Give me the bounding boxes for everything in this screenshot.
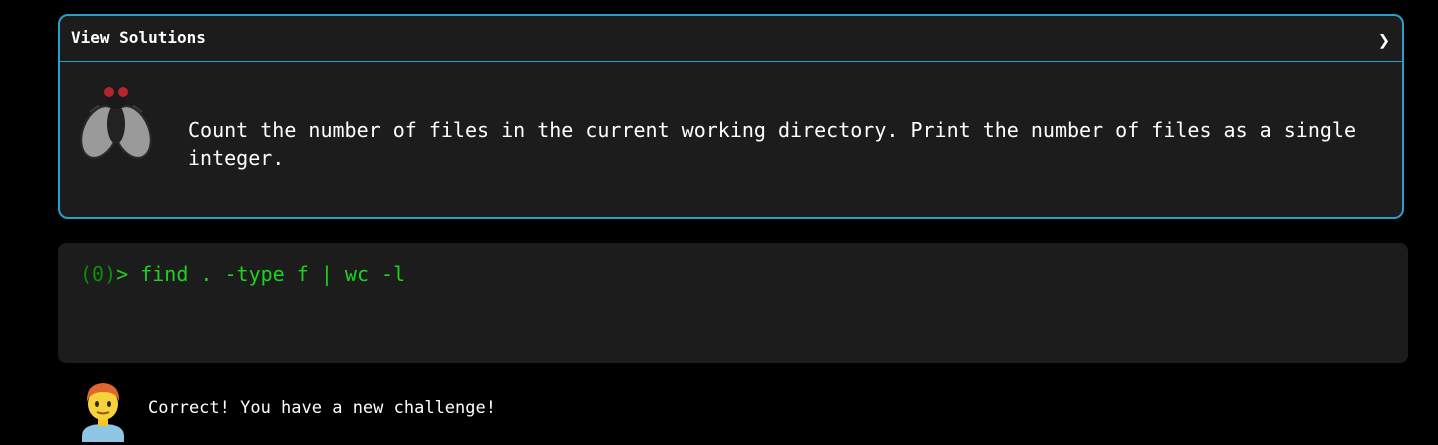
prompt-counter: (0) (80, 262, 117, 286)
challenge-card: View Solutions ❯ Count the number of fil… (58, 14, 1404, 219)
feedback-message: Correct! You have a new challenge! (148, 398, 496, 418)
challenge-prompt: Count the number of files in the current… (188, 118, 1356, 170)
man-avatar-icon (82, 383, 124, 442)
challenge-body: Count the number of files in the current… (60, 62, 1402, 220)
prompt-symbol: > (116, 262, 129, 286)
fly-icon (80, 87, 152, 159)
terminal[interactable]: (0)> find . -type f | wc -l (58, 243, 1408, 363)
view-solutions-toggle[interactable]: View Solutions ❯ (60, 16, 1402, 62)
terminal-line: (0)> find . -type f | wc -l (80, 260, 405, 288)
chevron-right-icon[interactable]: ❯ (1378, 28, 1390, 52)
view-solutions-label: View Solutions (71, 27, 206, 47)
feedback-row: Correct! You have a new challenge! (78, 378, 496, 442)
terminal-command: find . -type f | wc -l (128, 262, 406, 286)
